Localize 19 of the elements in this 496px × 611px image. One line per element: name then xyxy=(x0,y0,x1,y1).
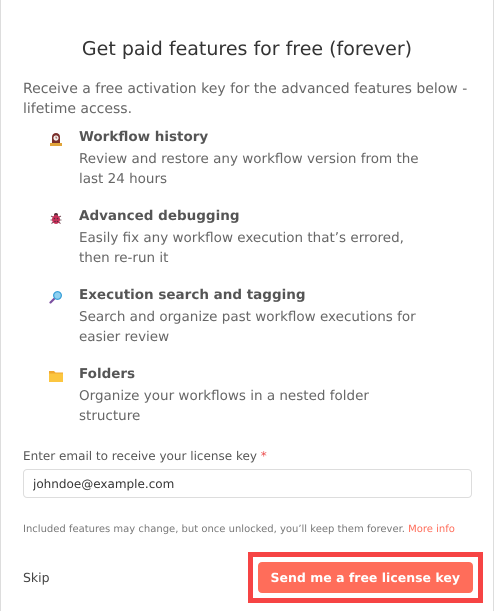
feature-title: Workflow history xyxy=(79,129,210,145)
note-text: Included features may change, but once unlocked, you’ll keep them forever. More info xyxy=(23,524,456,535)
skip-button[interactable]: Skip xyxy=(23,570,50,585)
feature-description: Organize your workflows in a nested folder structure xyxy=(79,387,370,426)
description-text: Receive a free activation key for the advanced features below - lifetime access. xyxy=(23,80,468,119)
folder-icon xyxy=(49,369,63,383)
magnifier-icon xyxy=(49,290,63,304)
feature-description: Easily fix any workflow execution that’s errored, then re-run it xyxy=(79,229,405,268)
feature-description: Review and restore any workflow version from the last 24 hours xyxy=(79,150,420,189)
email-field[interactable]: johndoe@example.com xyxy=(23,469,472,498)
feature-title: Execution search and tagging xyxy=(79,287,307,303)
clock-icon xyxy=(49,132,63,146)
feature-title: Folders xyxy=(79,366,136,382)
required-mark: * xyxy=(260,449,267,463)
feature-title: Advanced debugging xyxy=(79,208,240,224)
feature-description: Search and organize past workflow executions for easier review xyxy=(79,308,417,347)
ladybug-icon xyxy=(49,211,63,225)
field-label: Enter email to receive your license key xyxy=(23,449,257,463)
dialog-title: Get paid features for free (forever) xyxy=(80,38,414,60)
